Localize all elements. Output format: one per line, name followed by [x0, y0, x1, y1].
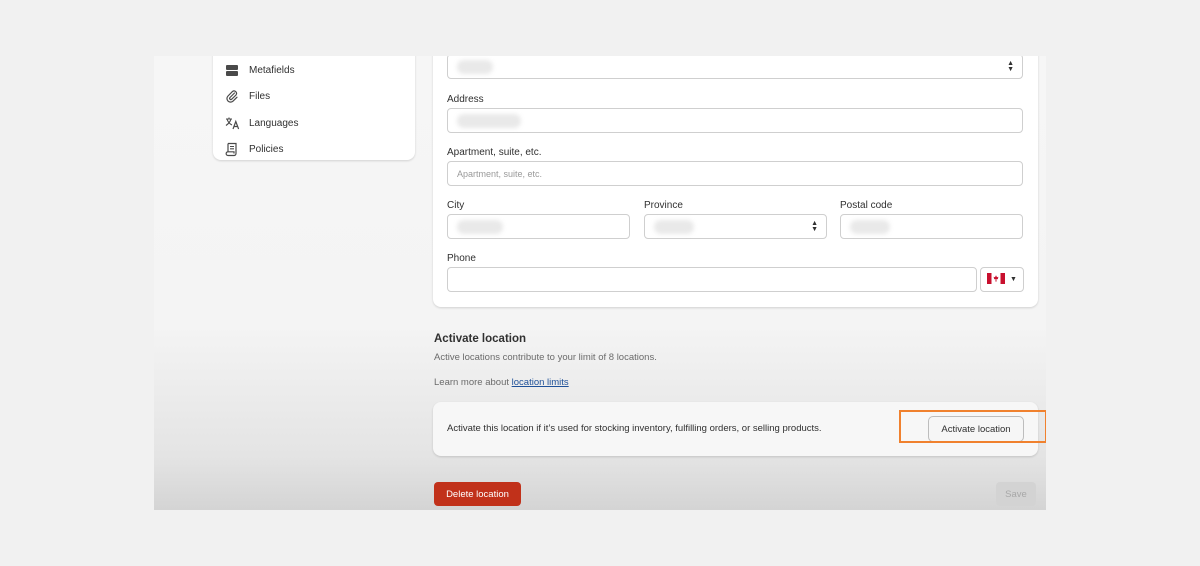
- country-select[interactable]: ▲ ▼: [447, 56, 1023, 79]
- sidebar-item-label: Files: [249, 90, 271, 102]
- sidebar-item-files[interactable]: Files: [223, 85, 403, 107]
- select-chevron-icon: ▲ ▼: [811, 220, 818, 233]
- sidebar-item-label: Languages: [249, 117, 299, 129]
- apartment-input[interactable]: Apartment, suite, etc.: [447, 161, 1023, 186]
- apartment-label: Apartment, suite, etc.: [447, 147, 542, 158]
- sidebar-item-metafields[interactable]: Metafields: [223, 59, 403, 81]
- learn-more-prefix: Learn more about: [434, 377, 512, 388]
- metafields-icon: [224, 62, 240, 78]
- redacted-value: [654, 219, 694, 234]
- activate-section-description: Active locations contribute to your limi…: [434, 352, 657, 363]
- sidebar-item-policies[interactable]: Policies: [223, 138, 403, 160]
- learn-more-text: Learn more about location limits: [434, 377, 569, 388]
- activate-card-text: Activate this location if it’s used for …: [447, 423, 822, 434]
- sidebar-item-languages[interactable]: Languages: [223, 112, 403, 134]
- phone-input[interactable]: [447, 267, 977, 292]
- save-button[interactable]: Save: [996, 482, 1036, 506]
- activate-section-title: Activate location: [434, 333, 527, 345]
- address-label: Address: [447, 94, 484, 105]
- redacted-value: [457, 219, 503, 234]
- highlight-box: [899, 410, 1046, 443]
- location-limits-link[interactable]: location limits: [512, 377, 569, 388]
- postal-code-label: Postal code: [840, 200, 893, 211]
- province-label: Province: [644, 200, 683, 211]
- sidebar-item-label: Metafields: [249, 64, 295, 76]
- paperclip-icon: [224, 88, 240, 104]
- province-select[interactable]: ▲ ▼: [644, 214, 827, 239]
- sidebar-item-label: Policies: [249, 143, 284, 155]
- redacted-value: [457, 113, 521, 128]
- select-chevron-icon: ▲ ▼: [1007, 60, 1014, 73]
- redacted-value: [850, 219, 890, 234]
- caret-down-icon: ▼: [1010, 276, 1017, 283]
- delete-location-button[interactable]: Delete location: [434, 482, 521, 506]
- redacted-value: [457, 59, 493, 74]
- postal-code-input[interactable]: [840, 214, 1023, 239]
- city-label: City: [447, 200, 465, 211]
- city-input[interactable]: [447, 214, 630, 239]
- translate-icon: [224, 115, 240, 131]
- address-input[interactable]: [447, 108, 1023, 133]
- settings-sidebar: Metafields Files Languages Policies: [213, 56, 415, 160]
- policy-document-icon: [224, 141, 240, 157]
- phone-country-select[interactable]: ▼: [980, 267, 1024, 292]
- address-form-card: ▲ ▼ Address Apartment, suite, etc. Apartm…: [433, 56, 1038, 307]
- phone-label: Phone: [447, 253, 476, 264]
- canada-flag-icon: [987, 271, 1006, 289]
- apartment-placeholder: Apartment, suite, etc.: [457, 168, 543, 179]
- settings-screen: Metafields Files Languages Policies ▲▼: [154, 56, 1046, 510]
